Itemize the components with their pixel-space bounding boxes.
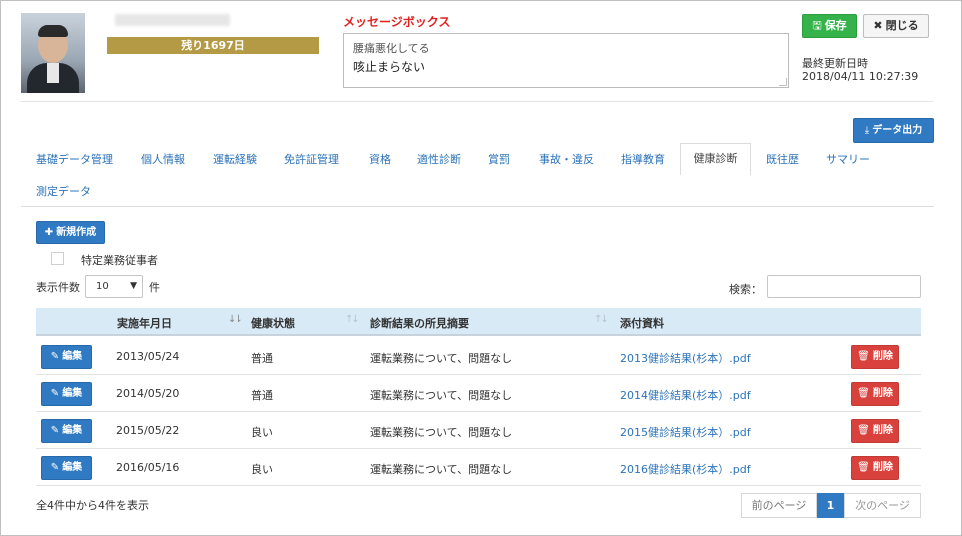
tab-license[interactable]: 免許証管理	[284, 151, 339, 167]
edit-icon: ✎	[50, 425, 60, 436]
trash-icon: 🗑	[857, 351, 870, 362]
last-updated-label: 最終更新日時	[802, 57, 868, 70]
cell-health-status: 普通	[251, 352, 273, 365]
delete-button[interactable]: 🗑 削除	[851, 345, 899, 369]
message-box-label: メッセージボックス	[343, 15, 451, 29]
edit-icon: ✎	[50, 351, 60, 362]
table-info: 全4件中から4件を表示	[36, 499, 149, 512]
trash-icon: 🗑	[857, 462, 870, 473]
message-line: 腰痛悪化してる	[353, 42, 430, 55]
plus-icon: ✚	[44, 227, 54, 238]
download-icon: ⤓	[864, 125, 870, 136]
tab-qualifications[interactable]: 資格	[369, 151, 391, 167]
column-attachment[interactable]: 添付資料	[620, 315, 664, 331]
edit-icon: ✎	[50, 462, 60, 473]
tab-basic-data[interactable]: 基礎データ管理	[36, 151, 113, 167]
attachment-link[interactable]: 2013健診結果(杉本）.pdf	[620, 350, 751, 366]
tab-personal-info[interactable]: 個人情報	[141, 151, 185, 167]
tab-accidents[interactable]: 事故・違反	[539, 151, 594, 167]
page-length-label: 表示件数	[36, 281, 80, 294]
column-diagnosis-summary[interactable]: 診断結果の所見摘要	[370, 315, 469, 331]
prev-page-button[interactable]: 前のページ	[741, 493, 817, 518]
tab-aptitude[interactable]: 適性診断	[417, 151, 461, 167]
cell-health-status: 良い	[251, 463, 273, 476]
divider	[21, 101, 933, 102]
cell-health-status: 普通	[251, 389, 273, 402]
search-label: 検索：	[729, 283, 762, 296]
message-textarea[interactable]: 腰痛悪化してる 咳止まらない	[343, 33, 789, 88]
cell-diagnosis-summary: 運転業務について、問題なし	[370, 426, 513, 439]
search-input[interactable]	[767, 275, 921, 298]
tab-awards[interactable]: 賞罰	[488, 151, 510, 167]
close-icon: ✖	[873, 19, 883, 32]
cell-date: 2015/05/22	[116, 424, 180, 437]
cell-date: 2013/05/24	[116, 350, 180, 363]
table-row: ✎ 編集 2014/05/20 普通 運転業務について、問題なし 2014健診結果…	[36, 375, 921, 412]
tab-health-checkup[interactable]: 健康診断	[680, 143, 751, 175]
floppy-icon: 🖫	[812, 19, 822, 32]
trash-icon: 🗑	[857, 425, 870, 436]
cell-diagnosis-summary: 運転業務について、問題なし	[370, 352, 513, 365]
column-health-status[interactable]: 健康状態	[251, 315, 295, 331]
sort-icon[interactable]: ↑↓	[345, 314, 360, 325]
attachment-link[interactable]: 2016健診結果(杉本）.pdf	[620, 461, 751, 477]
table-row: ✎ 編集 2015/05/22 良い 運転業務について、問題なし 2015健診結果…	[36, 412, 921, 449]
caret-down-icon: ▼	[130, 281, 137, 291]
trash-icon: 🗑	[857, 388, 870, 399]
cell-diagnosis-summary: 運転業務について、問題なし	[370, 389, 513, 402]
remaining-days-badge: 残り1697日	[107, 37, 319, 54]
avatar	[21, 13, 85, 93]
page-number-button[interactable]: 1	[817, 493, 844, 518]
tab-measurement-data[interactable]: 測定データ	[36, 183, 91, 199]
edit-button[interactable]: ✎ 編集	[41, 456, 92, 480]
cell-health-status: 良い	[251, 426, 273, 439]
sort-desc-icon[interactable]: ↓⇂	[228, 314, 243, 325]
attachment-link[interactable]: 2014健診結果(杉本）.pdf	[620, 387, 751, 403]
table-row: ✎ 編集 2016/05/16 良い 運転業務について、問題なし 2016健診結果…	[36, 449, 921, 486]
edit-button[interactable]: ✎ 編集	[41, 345, 92, 369]
cell-date: 2016/05/16	[116, 461, 180, 474]
column-date[interactable]: 実施年月日	[117, 315, 172, 331]
table-header: 実施年月日 ↓⇂ 健康状態 ↑↓ 診断結果の所見摘要 ↑↓ 添付資料	[36, 308, 921, 336]
resize-grip-icon[interactable]	[779, 78, 787, 86]
attachment-link[interactable]: 2015健診結果(杉本）.pdf	[620, 424, 751, 440]
tab-medical-history[interactable]: 既往歴	[766, 151, 799, 167]
page-length-select[interactable]: 10 ▼	[85, 275, 143, 298]
cell-diagnosis-summary: 運転業務について、問題なし	[370, 463, 513, 476]
message-line: 咳止まらない	[353, 60, 426, 74]
close-button[interactable]: ✖ 閉じる	[863, 14, 929, 38]
export-data-button[interactable]: ⤓ データ出力	[853, 118, 934, 143]
tab-summary[interactable]: サマリー	[826, 151, 870, 167]
delete-button[interactable]: 🗑 削除	[851, 382, 899, 406]
specific-duty-checkbox[interactable]	[51, 252, 64, 265]
page-length-suffix: 件	[149, 281, 160, 294]
edit-button[interactable]: ✎ 編集	[41, 382, 92, 406]
delete-button[interactable]: 🗑 削除	[851, 419, 899, 443]
user-name-redacted	[115, 14, 230, 26]
sort-icon[interactable]: ↑↓	[594, 314, 609, 325]
save-button[interactable]: 🖫 保存	[802, 14, 857, 38]
new-record-button[interactable]: ✚ 新規作成	[36, 221, 105, 244]
delete-button[interactable]: 🗑 削除	[851, 456, 899, 480]
table-row: ✎ 編集 2013/05/24 普通 運転業務について、問題なし 2013健診結果…	[36, 338, 921, 375]
tab-guidance[interactable]: 指導教育	[621, 151, 665, 167]
tab-driving-experience[interactable]: 運転経験	[213, 151, 257, 167]
specific-duty-label: 特定業務従事者	[81, 254, 158, 267]
edit-button[interactable]: ✎ 編集	[41, 419, 92, 443]
next-page-button[interactable]: 次のページ	[844, 493, 921, 518]
edit-icon: ✎	[50, 388, 60, 399]
cell-date: 2014/05/20	[116, 387, 180, 400]
last-updated-value: 2018/04/11 10:27:39	[802, 70, 919, 83]
